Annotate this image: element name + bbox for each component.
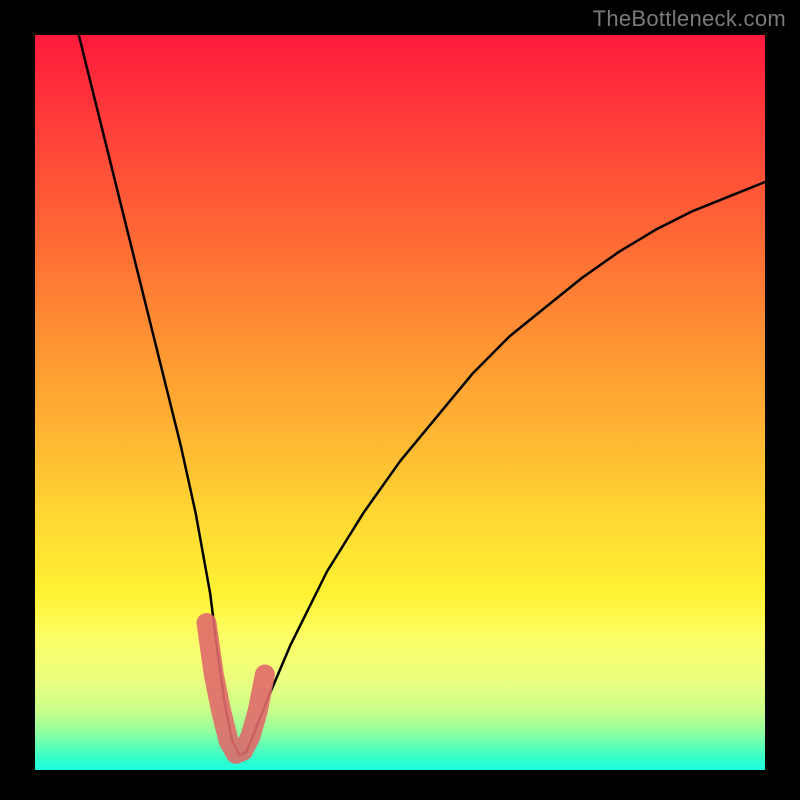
bottleneck-curve-svg bbox=[35, 35, 765, 770]
bottleneck-curve bbox=[79, 35, 765, 755]
watermark-text: TheBottleneck.com bbox=[593, 6, 786, 32]
chart-area bbox=[35, 35, 765, 770]
bottom-highlight bbox=[207, 623, 265, 754]
